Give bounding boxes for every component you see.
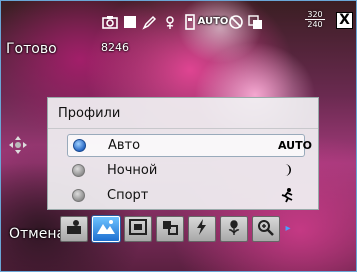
timer-off-icon[interactable] xyxy=(228,14,244,30)
resolution-width: 320 xyxy=(307,10,323,19)
camera-mode-icon[interactable] xyxy=(102,14,118,30)
toolbar-macro-button[interactable] xyxy=(220,216,248,242)
toolbar-effect-button[interactable] xyxy=(156,216,184,242)
cross-process-icon xyxy=(160,218,180,240)
macro-flower-icon xyxy=(224,218,244,240)
radio-night[interactable] xyxy=(72,164,85,177)
zoom-icon xyxy=(256,218,276,240)
toolbar-more-arrow-icon[interactable]: ▸ xyxy=(284,216,292,242)
flash-icon xyxy=(192,218,212,240)
profile-option-night[interactable]: Ночной xyxy=(67,159,305,182)
status-ready-text: Готово xyxy=(6,41,57,57)
auto-iso-icon[interactable]: AUTO xyxy=(198,14,229,30)
profile-option-label: Авто xyxy=(108,138,141,153)
burst-mode-icon[interactable] xyxy=(248,14,264,30)
profiles-dialog: Профили Авто AUTO Ночной Спорт xyxy=(47,97,319,210)
sport-runner-icon xyxy=(279,187,295,203)
toolbar-landscape-button[interactable] xyxy=(92,216,120,242)
toolbar-profile-button[interactable] xyxy=(60,216,88,242)
auto-mode-icon: AUTO xyxy=(278,139,312,152)
status-icon-bar: AUTO xyxy=(102,12,264,32)
storage-card-icon[interactable] xyxy=(182,14,198,30)
resolution-height: 240 xyxy=(305,19,325,29)
toolbar-frame-button[interactable] xyxy=(124,216,152,242)
radio-auto[interactable] xyxy=(73,139,86,152)
close-button[interactable]: X xyxy=(336,12,353,29)
resolution-indicator[interactable]: 320 240 xyxy=(301,10,329,32)
toolbar-zoom-button[interactable] xyxy=(252,216,280,242)
profile-option-label: Ночной xyxy=(107,163,158,178)
edit-pencil-icon[interactable] xyxy=(142,14,158,30)
cancel-softkey[interactable]: Отмена xyxy=(9,226,65,242)
white-balance-icon[interactable] xyxy=(122,14,138,30)
dpad-navigation-icon xyxy=(8,135,28,155)
macro-flower-status-icon[interactable] xyxy=(162,14,178,30)
profile-option-sport[interactable]: Спорт xyxy=(67,184,305,207)
dialog-divider xyxy=(48,128,318,129)
profile-option-auto[interactable]: Авто AUTO xyxy=(67,134,312,157)
toolbar-flash-button[interactable] xyxy=(188,216,216,242)
night-moon-icon xyxy=(279,162,295,178)
dialog-title: Профили xyxy=(58,106,121,121)
mode-toolbar: ▸ xyxy=(60,215,292,243)
landscape-icon xyxy=(96,218,116,240)
shots-remaining-counter: 8246 xyxy=(101,41,129,54)
radio-sport[interactable] xyxy=(72,189,85,202)
frame-icon xyxy=(128,218,148,240)
portrait-profile-icon xyxy=(64,218,84,240)
profile-option-label: Спорт xyxy=(107,188,149,203)
